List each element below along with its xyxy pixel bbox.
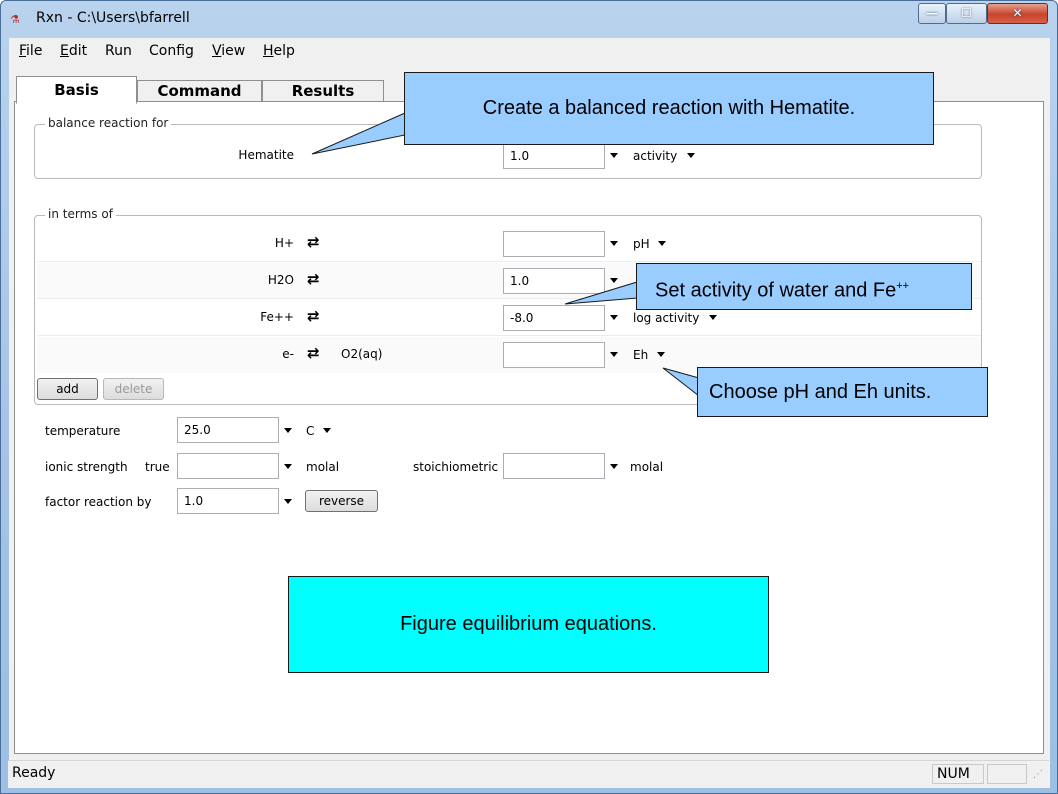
- water-fe-callout-superscript: ++: [896, 280, 910, 292]
- num-lock-indicator: NUM: [932, 764, 984, 784]
- units-callout: Choose pH and Eh units.: [697, 367, 988, 417]
- status-text: Ready: [12, 765, 56, 781]
- water-callout-pointer: [564, 281, 638, 305]
- status-bar: Ready NUM ⋰: [8, 760, 1049, 788]
- tab-basis[interactable]: Basis: [16, 76, 137, 104]
- units-callout-pointer: [662, 367, 700, 398]
- hematite-callout: Create a balanced reaction with Hematite…: [404, 72, 934, 145]
- hematite-callout-pointer: [311, 112, 406, 155]
- resize-grip-icon[interactable]: ⋰: [1033, 769, 1043, 780]
- water-fe-callout: Set activity of water and Fe++: [636, 263, 972, 310]
- equations-callout: Figure equilibrium equations.: [288, 576, 769, 673]
- water-fe-callout-text: Set activity of water and Fe: [655, 279, 897, 302]
- status-pane-empty: [987, 764, 1027, 784]
